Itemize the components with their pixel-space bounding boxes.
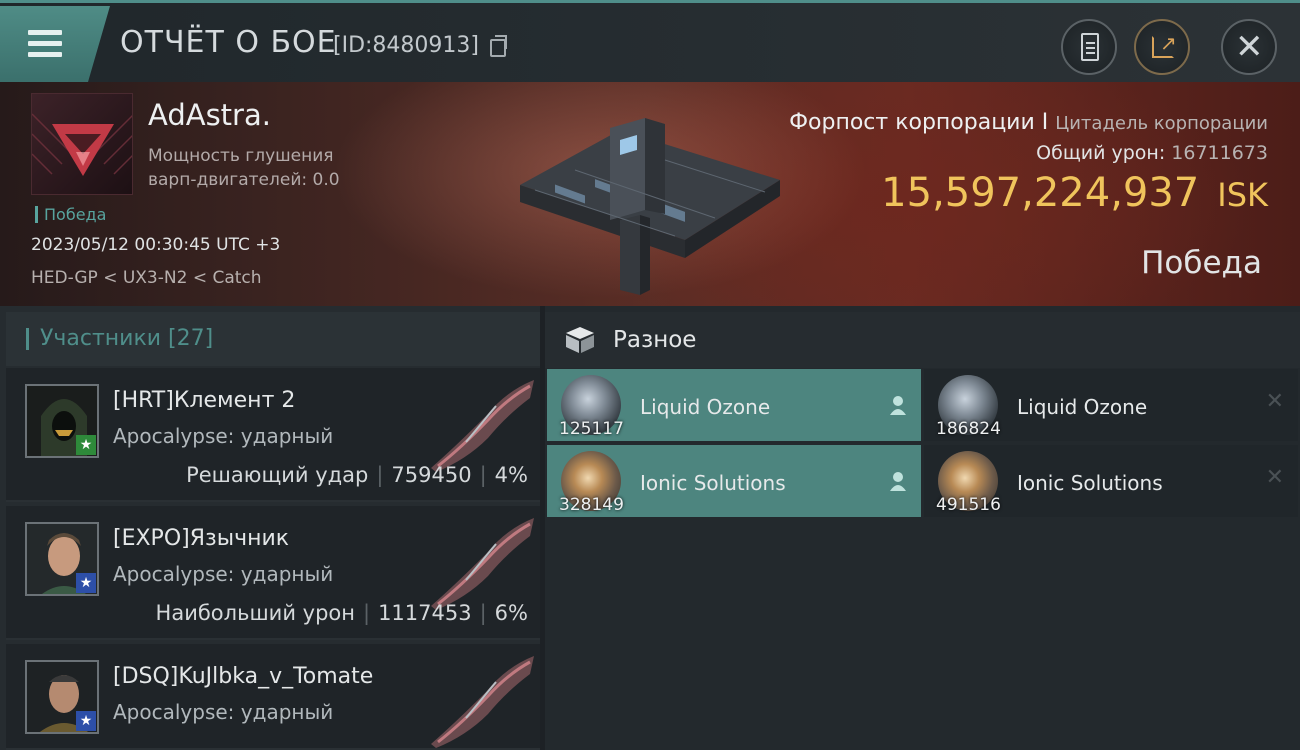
copy-icon[interactable] xyxy=(490,35,507,57)
victory-tag: Победа xyxy=(35,206,106,223)
item-name: Liquid Ozone xyxy=(640,395,771,419)
participant-ship: Apocalypse: ударный xyxy=(113,424,334,448)
cargo-box-icon xyxy=(566,327,594,353)
warp-scramble-strength: Мощность глушения варп-двигателей: 0.0 xyxy=(148,144,388,192)
standing-star-icon: ★ xyxy=(76,711,96,731)
menu-icon-line xyxy=(28,41,62,46)
structure-name[interactable]: Форпост корпорации I xyxy=(789,110,1048,135)
battle-result: Победа xyxy=(1141,245,1262,281)
item-destroyed[interactable]: 491516 Ionic Solutions ✕ xyxy=(924,445,1298,517)
ship-icon xyxy=(431,518,534,610)
item-quantity: 491516 xyxy=(936,495,1001,515)
isk-unit: ISK xyxy=(1217,176,1268,214)
kill-datetime: 2023/05/12 00:30:45 UTC +3 xyxy=(31,235,281,255)
avatar[interactable]: ★ xyxy=(25,660,99,734)
avatar[interactable]: ★ xyxy=(25,384,99,458)
damage-value: 1117453 xyxy=(378,601,472,625)
share-arrow-icon: ↗ xyxy=(1160,31,1177,55)
top-bar: ОТЧЁТ О БОЕ [ID:8480913] ↗ ✕ xyxy=(0,0,1300,82)
total-damage-value: 16711673 xyxy=(1171,142,1268,164)
pilot-name[interactable]: AdAstra. xyxy=(148,98,271,132)
isk-value: 15,597,224,937 ISK xyxy=(881,170,1268,216)
standing-star-icon: ★ xyxy=(76,435,96,455)
item-name: Ionic Solutions xyxy=(640,471,786,495)
close-button[interactable]: ✕ xyxy=(1221,19,1277,75)
share-button[interactable]: ↗ xyxy=(1134,19,1190,75)
ship-icon xyxy=(431,380,534,472)
participant-card[interactable]: ★ [EXPO]Язычник Apocalypse: ударный Наиб… xyxy=(6,506,540,640)
structure-render xyxy=(520,118,780,295)
menu-button[interactable] xyxy=(0,6,110,82)
total-damage-label: Общий урон: xyxy=(1036,142,1166,164)
item-destroyed[interactable]: 186824 Liquid Ozone ✕ xyxy=(924,369,1298,441)
item-name: Liquid Ozone xyxy=(1017,395,1148,419)
participants-header[interactable]: Участники [27] xyxy=(6,312,540,366)
destroyed-icon: ✕ xyxy=(1265,389,1284,414)
clipboard-icon xyxy=(1081,33,1099,61)
participant-ship: Apocalypse: ударный xyxy=(113,700,334,724)
report-id: [ID:8480913] xyxy=(333,33,479,58)
avatar[interactable]: ★ xyxy=(25,522,99,596)
damage-value: 759450 xyxy=(391,463,472,487)
standing-star-icon: ★ xyxy=(76,573,96,593)
item-name: Ionic Solutions xyxy=(1017,471,1163,495)
item-quantity: 125117 xyxy=(559,419,624,439)
misc-label: Разное xyxy=(613,327,697,353)
location-route[interactable]: HED-GP < UX3-N2 < Catch xyxy=(31,268,262,288)
scram-value: варп-двигателей: 0.0 xyxy=(148,170,340,190)
item-quantity: 328149 xyxy=(559,495,624,515)
participant-name: [DSQ]KuJlbka_v_Tomate xyxy=(113,664,374,689)
stat-label: Решающий удар xyxy=(186,463,369,487)
participant-stats: Решающий удар | 759450 | 4% xyxy=(186,463,528,487)
corporation-logo[interactable] xyxy=(31,93,133,195)
misc-header: Разное xyxy=(545,312,1300,368)
participant-ship: Apocalypse: ударный xyxy=(113,562,334,586)
participant-card[interactable]: ★ [HRT]Клемент 2 Apocalypse: ударный Реш… xyxy=(6,368,540,502)
participant-name: [EXPO]Язычник xyxy=(113,526,290,551)
isk-amount: 15,597,224,937 xyxy=(881,170,1200,216)
menu-icon-line xyxy=(28,52,62,57)
item-dropped[interactable]: 328149 Ionic Solutions xyxy=(547,445,921,517)
participant-card[interactable]: ★ [DSQ]KuJlbka_v_Tomate Apocalypse: удар… xyxy=(6,644,540,750)
damage-percent: 4% xyxy=(494,463,528,487)
stat-label: Наибольший урон xyxy=(155,601,355,625)
menu-icon xyxy=(28,30,62,35)
participant-stats: Наибольший урон | 1117453 | 6% xyxy=(155,601,528,625)
person-icon xyxy=(890,472,906,491)
page-title: ОТЧЁТ О БОЕ xyxy=(120,25,337,60)
item-dropped[interactable]: 125117 Liquid Ozone xyxy=(547,369,921,441)
item-quantity: 186824 xyxy=(936,419,1001,439)
total-damage: Общий урон: 16711673 xyxy=(1036,142,1268,164)
damage-percent: 6% xyxy=(494,601,528,625)
structure-class: Цитадель корпорации xyxy=(1055,113,1268,134)
close-icon: ✕ xyxy=(1235,27,1264,67)
person-icon xyxy=(890,396,906,415)
ship-icon xyxy=(431,656,534,748)
report-button[interactable] xyxy=(1061,19,1117,75)
participants-label: Участники [27] xyxy=(40,326,214,351)
scram-label: Мощность глушения xyxy=(148,146,334,166)
header-accent-mark xyxy=(26,328,29,350)
participant-name: [HRT]Клемент 2 xyxy=(113,388,296,413)
destroyed-icon: ✕ xyxy=(1265,465,1284,490)
structure-name-line: Форпост корпорации I Цитадель корпорации xyxy=(789,110,1268,135)
